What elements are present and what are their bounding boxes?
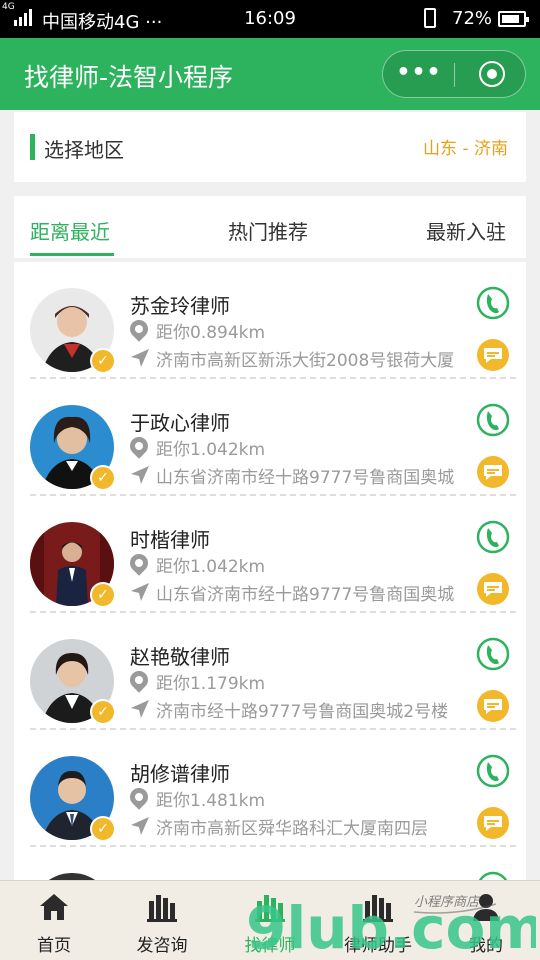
verified-badge-icon: ✓: [90, 465, 116, 491]
tabbar-item-consult[interactable]: 发咨询: [108, 881, 216, 960]
tabbar-label: 找律师: [244, 936, 296, 956]
chat-message-icon[interactable]: [476, 689, 510, 723]
lawyer-name: 苏金玲律师: [130, 294, 230, 318]
lawyer-list: ✓ 苏金玲律师 距你0.894km 济南市高新区新泺大街2008号银荷大厦 ✓ …: [14, 262, 526, 882]
address-text: 山东省济南市经十路9777号鲁商国奥城: [156, 468, 455, 488]
chat-message-icon[interactable]: [476, 572, 510, 606]
navigation-bar: 找律师-法智小程序 •••: [0, 38, 540, 110]
verified-badge-icon: ✓: [90, 348, 116, 374]
lawyer-list-item[interactable]: ✓ 于政心律师 距你1.042km 山东省济南市经十路9777号鲁商国奥城: [14, 379, 526, 496]
chat-message-icon[interactable]: [476, 455, 510, 489]
region-selector[interactable]: 选择地区 山东 - 济南: [14, 112, 526, 182]
lawyer-name: 赵艳敬律师: [130, 645, 230, 669]
assistant-icon: [363, 895, 393, 922]
lawyer-name: 胡修谱律师: [130, 762, 230, 786]
tabbar-item-profile[interactable]: 我的: [432, 881, 540, 960]
verified-badge-icon: ✓: [90, 582, 116, 608]
tabbar-item-home[interactable]: 首页: [0, 881, 108, 960]
lawyer-name: 于政心律师: [130, 411, 230, 435]
lawyer-list-item[interactable]: ✓ 时楷律师 距你1.042km 山东省济南市经十路9777号鲁商国奥城: [14, 496, 526, 613]
address-text: 济南市经十路9777号鲁商国奥城2号楼: [156, 702, 449, 722]
navigation-arrow-icon: [131, 466, 149, 484]
distance-text: 距你1.481km: [156, 791, 266, 811]
tabbar-label: 律师助手: [344, 936, 412, 956]
phone-call-icon[interactable]: [476, 637, 510, 671]
address-text: 济南市高新区新泺大街2008号银荷大厦: [156, 351, 455, 371]
address-text: 济南市高新区舜华路科汇大厦南四层: [156, 819, 428, 839]
location-pin-icon: [126, 667, 152, 693]
region-label: 选择地区: [44, 138, 124, 162]
verified-badge-icon: ✓: [90, 816, 116, 842]
lawyer-name: 时楷律师: [130, 528, 210, 552]
phone-call-icon[interactable]: [476, 754, 510, 788]
distance-text: 距你1.042km: [156, 557, 266, 577]
more-options-button[interactable]: •••: [383, 51, 455, 97]
battery-percent: 72%: [452, 8, 493, 29]
page-title: 找律师-法智小程序: [24, 63, 234, 92]
find-lawyer-icon: [255, 895, 285, 922]
tabbar-label: 发咨询: [136, 936, 188, 956]
battery-icon: [498, 11, 529, 27]
region-value[interactable]: 山东 - 济南: [423, 134, 508, 159]
sort-tabs: 距离最近 热门推荐 最新入驻: [14, 196, 526, 258]
navigation-arrow-icon: [131, 817, 149, 835]
location-pin-icon: [126, 316, 152, 342]
tabbar-item-find-lawyer[interactable]: 找律师: [216, 881, 324, 960]
chat-message-icon[interactable]: [476, 806, 510, 840]
navigation-arrow-icon: [131, 349, 149, 367]
active-tab-indicator: [30, 253, 114, 256]
distance-text: 距你0.894km: [156, 323, 266, 343]
distance-text: 距你1.179km: [156, 674, 266, 694]
tab-nearest[interactable]: 距离最近: [30, 216, 110, 245]
capsule-divider: [454, 63, 455, 87]
tab-popular[interactable]: 热门推荐: [228, 216, 308, 245]
region-accent-bar: [30, 134, 35, 160]
location-pin-icon: [126, 784, 152, 810]
address-text: 山东省济南市经十路9777号鲁商国奥城: [156, 585, 455, 605]
lawyer-list-item[interactable]: ✓ 胡修谱律师 距你1.481km 济南市高新区舜华路科汇大厦南四层: [14, 730, 526, 847]
tabbar-label: 首页: [37, 936, 71, 956]
lawyer-list-item[interactable]: ✓ 苏金玲律师 距你0.894km 济南市高新区新泺大街2008号银荷大厦: [14, 262, 526, 379]
close-mini-program-button[interactable]: [479, 61, 505, 87]
verified-badge-icon: ✓: [90, 699, 116, 725]
profile-icon: [473, 894, 499, 921]
chat-message-icon[interactable]: [476, 338, 510, 372]
vibrate-icon: [424, 8, 436, 28]
status-bar: 4G 中国移动4G ··· 16:09 72%: [0, 0, 540, 38]
location-pin-icon: [126, 550, 152, 576]
tab-newest[interactable]: 最新入驻: [426, 216, 506, 245]
lawyer-list-item-partial[interactable]: [14, 847, 526, 882]
tabbar-item-assistant[interactable]: 律师助手: [324, 881, 432, 960]
bottom-tab-bar: 首页 发咨询 找律师 律师助手 我的: [0, 880, 540, 960]
navigation-arrow-icon: [131, 700, 149, 718]
home-icon: [40, 894, 68, 920]
phone-call-icon[interactable]: [476, 286, 510, 320]
mini-program-capsule: •••: [382, 50, 526, 98]
phone-call-icon[interactable]: [476, 403, 510, 437]
location-pin-icon: [126, 433, 152, 459]
tabbar-label: 我的: [469, 936, 503, 956]
consult-icon: [147, 895, 177, 922]
distance-text: 距你1.042km: [156, 440, 266, 460]
navigation-arrow-icon: [131, 583, 149, 601]
lawyer-list-item[interactable]: ✓ 赵艳敬律师 距你1.179km 济南市经十路9777号鲁商国奥城2号楼: [14, 613, 526, 730]
phone-call-icon[interactable]: [476, 520, 510, 554]
